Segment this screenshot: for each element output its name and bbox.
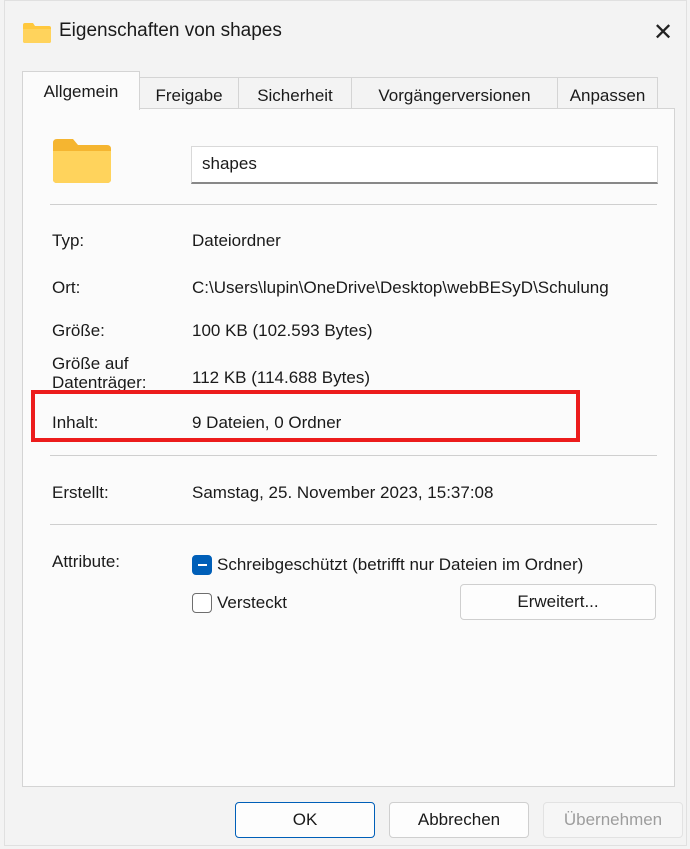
title-bar[interactable]: Eigenschaften von shapes ✕	[5, 1, 686, 65]
location-value[interactable]: C:\Users\lupin\OneDrive\Desktop\webBESyD…	[192, 278, 662, 298]
disk-size-label: Größe auf Datenträger:	[52, 354, 147, 392]
size-value: 100 KB (102.593 Bytes)	[192, 321, 373, 340]
readonly-checkbox[interactable]	[192, 555, 212, 575]
location-label: Ort:	[52, 278, 81, 297]
size-label: Größe:	[52, 321, 105, 340]
folder-name-input[interactable]: shapes	[191, 146, 658, 184]
separator	[50, 204, 657, 205]
disk-size-value: 112 KB (114.688 Bytes)	[192, 368, 370, 387]
close-icon: ✕	[652, 18, 674, 46]
cancel-button[interactable]: Abbrechen	[389, 802, 529, 838]
advanced-button[interactable]: Erweitert...	[460, 584, 656, 620]
tab-freigabe[interactable]: Freigabe	[139, 77, 239, 108]
folder-large-icon	[53, 139, 111, 183]
tab-sicherheit[interactable]: Sicherheit	[238, 77, 352, 108]
ok-button[interactable]: OK	[235, 802, 375, 838]
type-label: Typ:	[52, 231, 85, 250]
created-label: Erstellt:	[52, 483, 109, 502]
hidden-checkbox[interactable]	[192, 593, 212, 613]
tab-anpassen[interactable]: Anpassen	[557, 77, 658, 108]
attributes-label: Attribute:	[52, 552, 121, 571]
separator	[50, 524, 657, 525]
close-button[interactable]: ✕	[640, 9, 686, 55]
folder-icon	[23, 23, 51, 43]
tab-vorgaengerversionen[interactable]: Vorgängerversionen	[351, 77, 558, 108]
contents-highlight-box	[31, 390, 580, 442]
apply-button[interactable]: Übernehmen	[543, 802, 683, 838]
separator	[50, 455, 657, 456]
type-value: Dateiordner	[192, 231, 281, 250]
created-value: Samstag, 25. November 2023, 15:37:08	[192, 483, 494, 502]
hidden-label[interactable]: Versteckt	[217, 593, 287, 613]
readonly-label[interactable]: Schreibgeschützt (betrifft nur Dateien i…	[217, 555, 583, 575]
general-tab-panel: shapes Typ: Dateiordner Ort: C:\Users\lu…	[22, 108, 675, 787]
window-title: Eigenschaften von shapes	[59, 20, 282, 41]
tab-allgemein[interactable]: Allgemein	[22, 71, 140, 110]
